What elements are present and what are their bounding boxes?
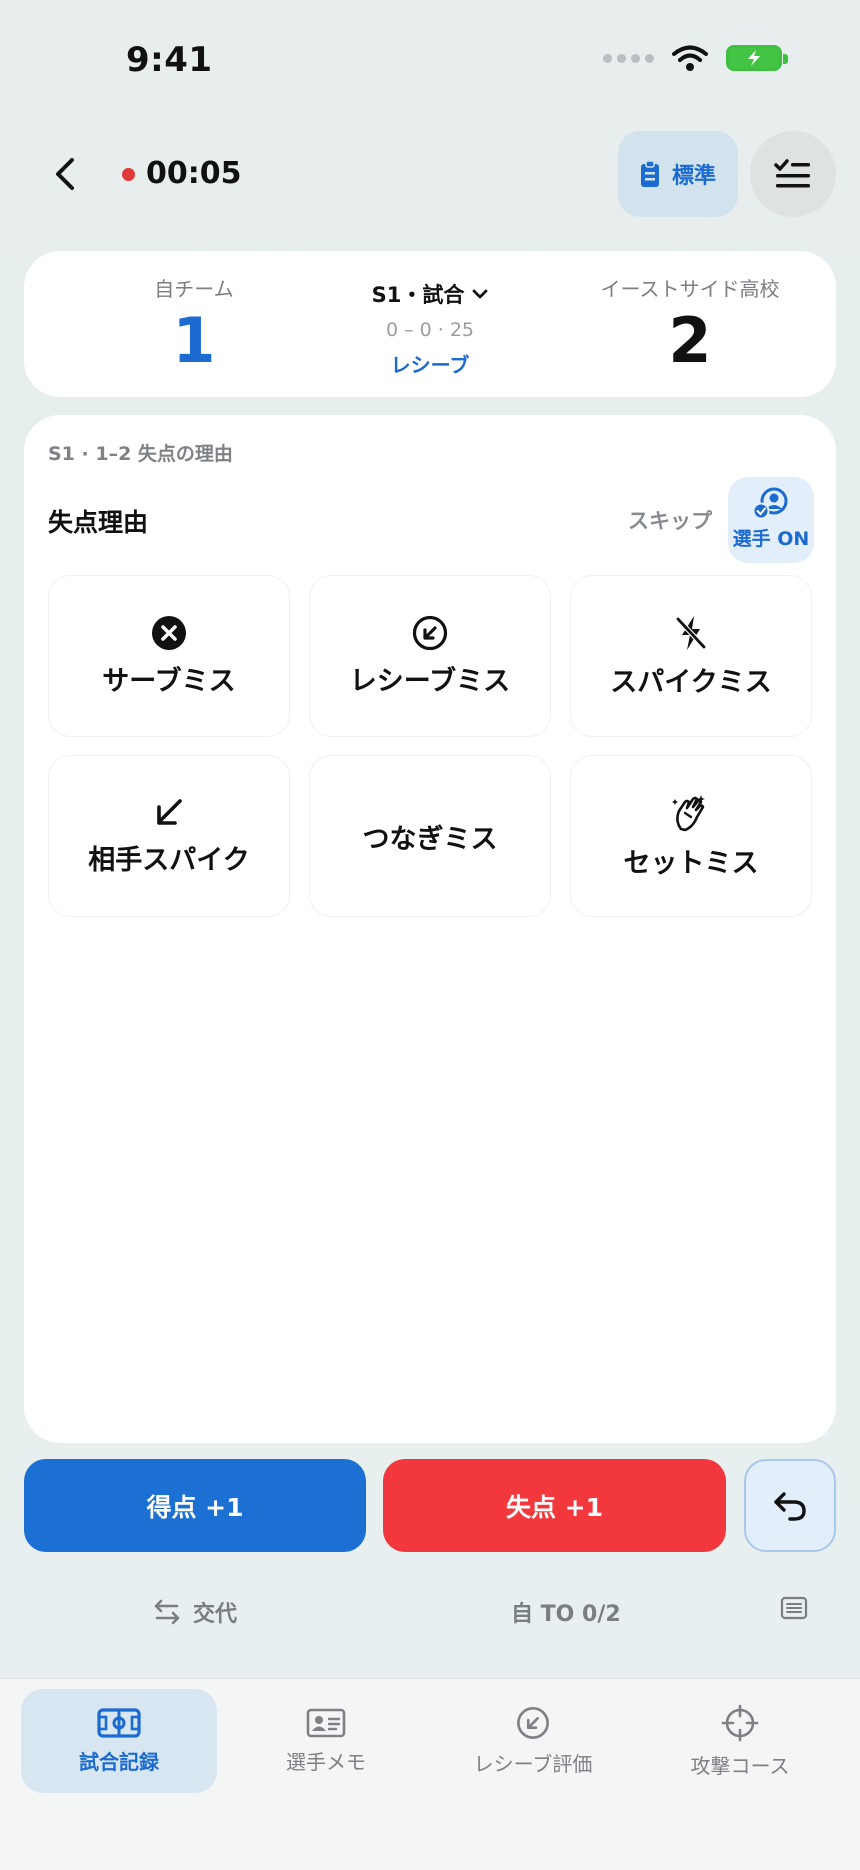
breadcrumb: S1 · 1–2 失点の理由: [48, 443, 233, 465]
reason-label: レシーブミス: [349, 665, 511, 697]
score-plus-button[interactable]: 得点 +1: [24, 1459, 366, 1552]
home-team-name: 自チーム: [154, 277, 234, 301]
timeout-counter[interactable]: 自 TO 0/2: [511, 1596, 621, 1628]
chevron-down-icon: [472, 289, 488, 298]
set-detail: 0 – 0 · 25: [385, 319, 475, 341]
lose-point-button[interactable]: 失点 +1: [383, 1459, 726, 1552]
x-circle-icon: [152, 615, 186, 650]
standard-mode-label: 標準: [671, 164, 716, 189]
substitution-label: 交代: [193, 1602, 238, 1627]
swap-arrows-icon: [154, 1599, 180, 1625]
status-time: 9:41: [126, 40, 213, 80]
checklist-icon: [774, 159, 810, 188]
panel-title: 失点理由: [48, 508, 149, 537]
away-team-score: 2: [668, 304, 712, 377]
crosshair-icon: [721, 1704, 759, 1741]
loss-reason-panel: S1 · 1–2 失点の理由 失点理由 スキップ 選手 ON サーブミス レシー…: [24, 415, 836, 1443]
home-team: 自チーム 1: [74, 273, 314, 376]
clipboard-icon: [640, 160, 659, 187]
phase-label: レシーブ: [390, 353, 470, 377]
tab-bar: 試合記録 選手メモ レシーブ評価 攻撃コース: [0, 1678, 860, 1870]
tab-receive-evaluation[interactable]: レシーブ評価: [435, 1689, 631, 1793]
clapping-hands-icon: [672, 794, 705, 831]
chevron-left-icon: [56, 158, 74, 190]
arrow-circle-icon: [412, 615, 448, 650]
substitution-button[interactable]: 交代: [153, 1596, 237, 1628]
reason-label: スパイクミス: [610, 666, 772, 698]
recording-indicator: [122, 168, 135, 181]
player-toggle-button[interactable]: 選手 ON: [728, 477, 814, 563]
tab-label: 試合記録: [79, 1749, 159, 1774]
away-team: イーストサイド高校 2: [570, 273, 810, 376]
reason-label: サーブミス: [102, 665, 236, 697]
arrow-down-left-icon: [157, 798, 182, 825]
undo-button[interactable]: [744, 1459, 836, 1552]
checklist-menu-button[interactable]: [750, 131, 836, 217]
court-icon: [97, 1707, 141, 1738]
tab-match-record[interactable]: 試合記録: [21, 1689, 217, 1793]
skip-button[interactable]: スキップ: [628, 505, 712, 535]
set-info: S1・試合 0 – 0 · 25 レシーブ: [310, 279, 550, 378]
person-check-icon: [752, 487, 788, 520]
set-selector[interactable]: S1・試合: [372, 279, 489, 309]
reason-label: つなぎミス: [362, 823, 498, 855]
home-team-score: 1: [172, 304, 216, 377]
log-button[interactable]: [780, 1596, 808, 1620]
battery-icon: [726, 45, 788, 71]
signal-icon: [603, 53, 654, 63]
scoreboard-card: 自チーム 1 S1・試合 0 – 0 · 25 レシーブ イーストサイド高校 2: [24, 251, 836, 397]
reason-receive-miss-button[interactable]: レシーブミス: [309, 575, 551, 737]
match-timer: 00:05: [146, 156, 242, 191]
reason-serve-miss-button[interactable]: サーブミス: [48, 575, 290, 737]
reason-label: セットミス: [623, 847, 759, 879]
reason-set-miss-button[interactable]: セットミス: [570, 755, 812, 917]
arrow-circle-icon: [517, 1706, 549, 1739]
player-toggle-label: 選手 ON: [732, 528, 810, 550]
tab-label: レシーブ評価: [473, 1751, 593, 1776]
reason-opponent-spike-button[interactable]: 相手スパイク: [48, 755, 290, 917]
back-button[interactable]: [46, 152, 84, 196]
status-icons: [603, 44, 788, 72]
reason-spike-miss-button[interactable]: スパイクミス: [570, 575, 812, 737]
tab-label: 選手メモ: [286, 1749, 366, 1774]
wifi-icon: [672, 45, 708, 71]
reason-label: 相手スパイク: [88, 844, 250, 876]
tab-player-memo[interactable]: 選手メモ: [228, 1689, 424, 1793]
undo-arrow-icon: [774, 1491, 806, 1521]
tab-attack-course[interactable]: 攻撃コース: [642, 1689, 838, 1793]
set-label: S1・試合: [371, 283, 465, 307]
reason-grid: サーブミス レシーブミス スパイクミス 相手スパイク つなぎミス セットミス: [48, 575, 812, 917]
id-card-icon: [306, 1708, 346, 1737]
standard-mode-button[interactable]: 標準: [618, 131, 738, 217]
tab-label: 攻撃コース: [690, 1753, 790, 1778]
reason-connection-miss-button[interactable]: つなぎミス: [309, 755, 551, 917]
list-icon: [780, 1596, 808, 1620]
bolt-slash-icon: [675, 615, 707, 650]
away-team-name: イーストサイド高校: [600, 277, 780, 301]
